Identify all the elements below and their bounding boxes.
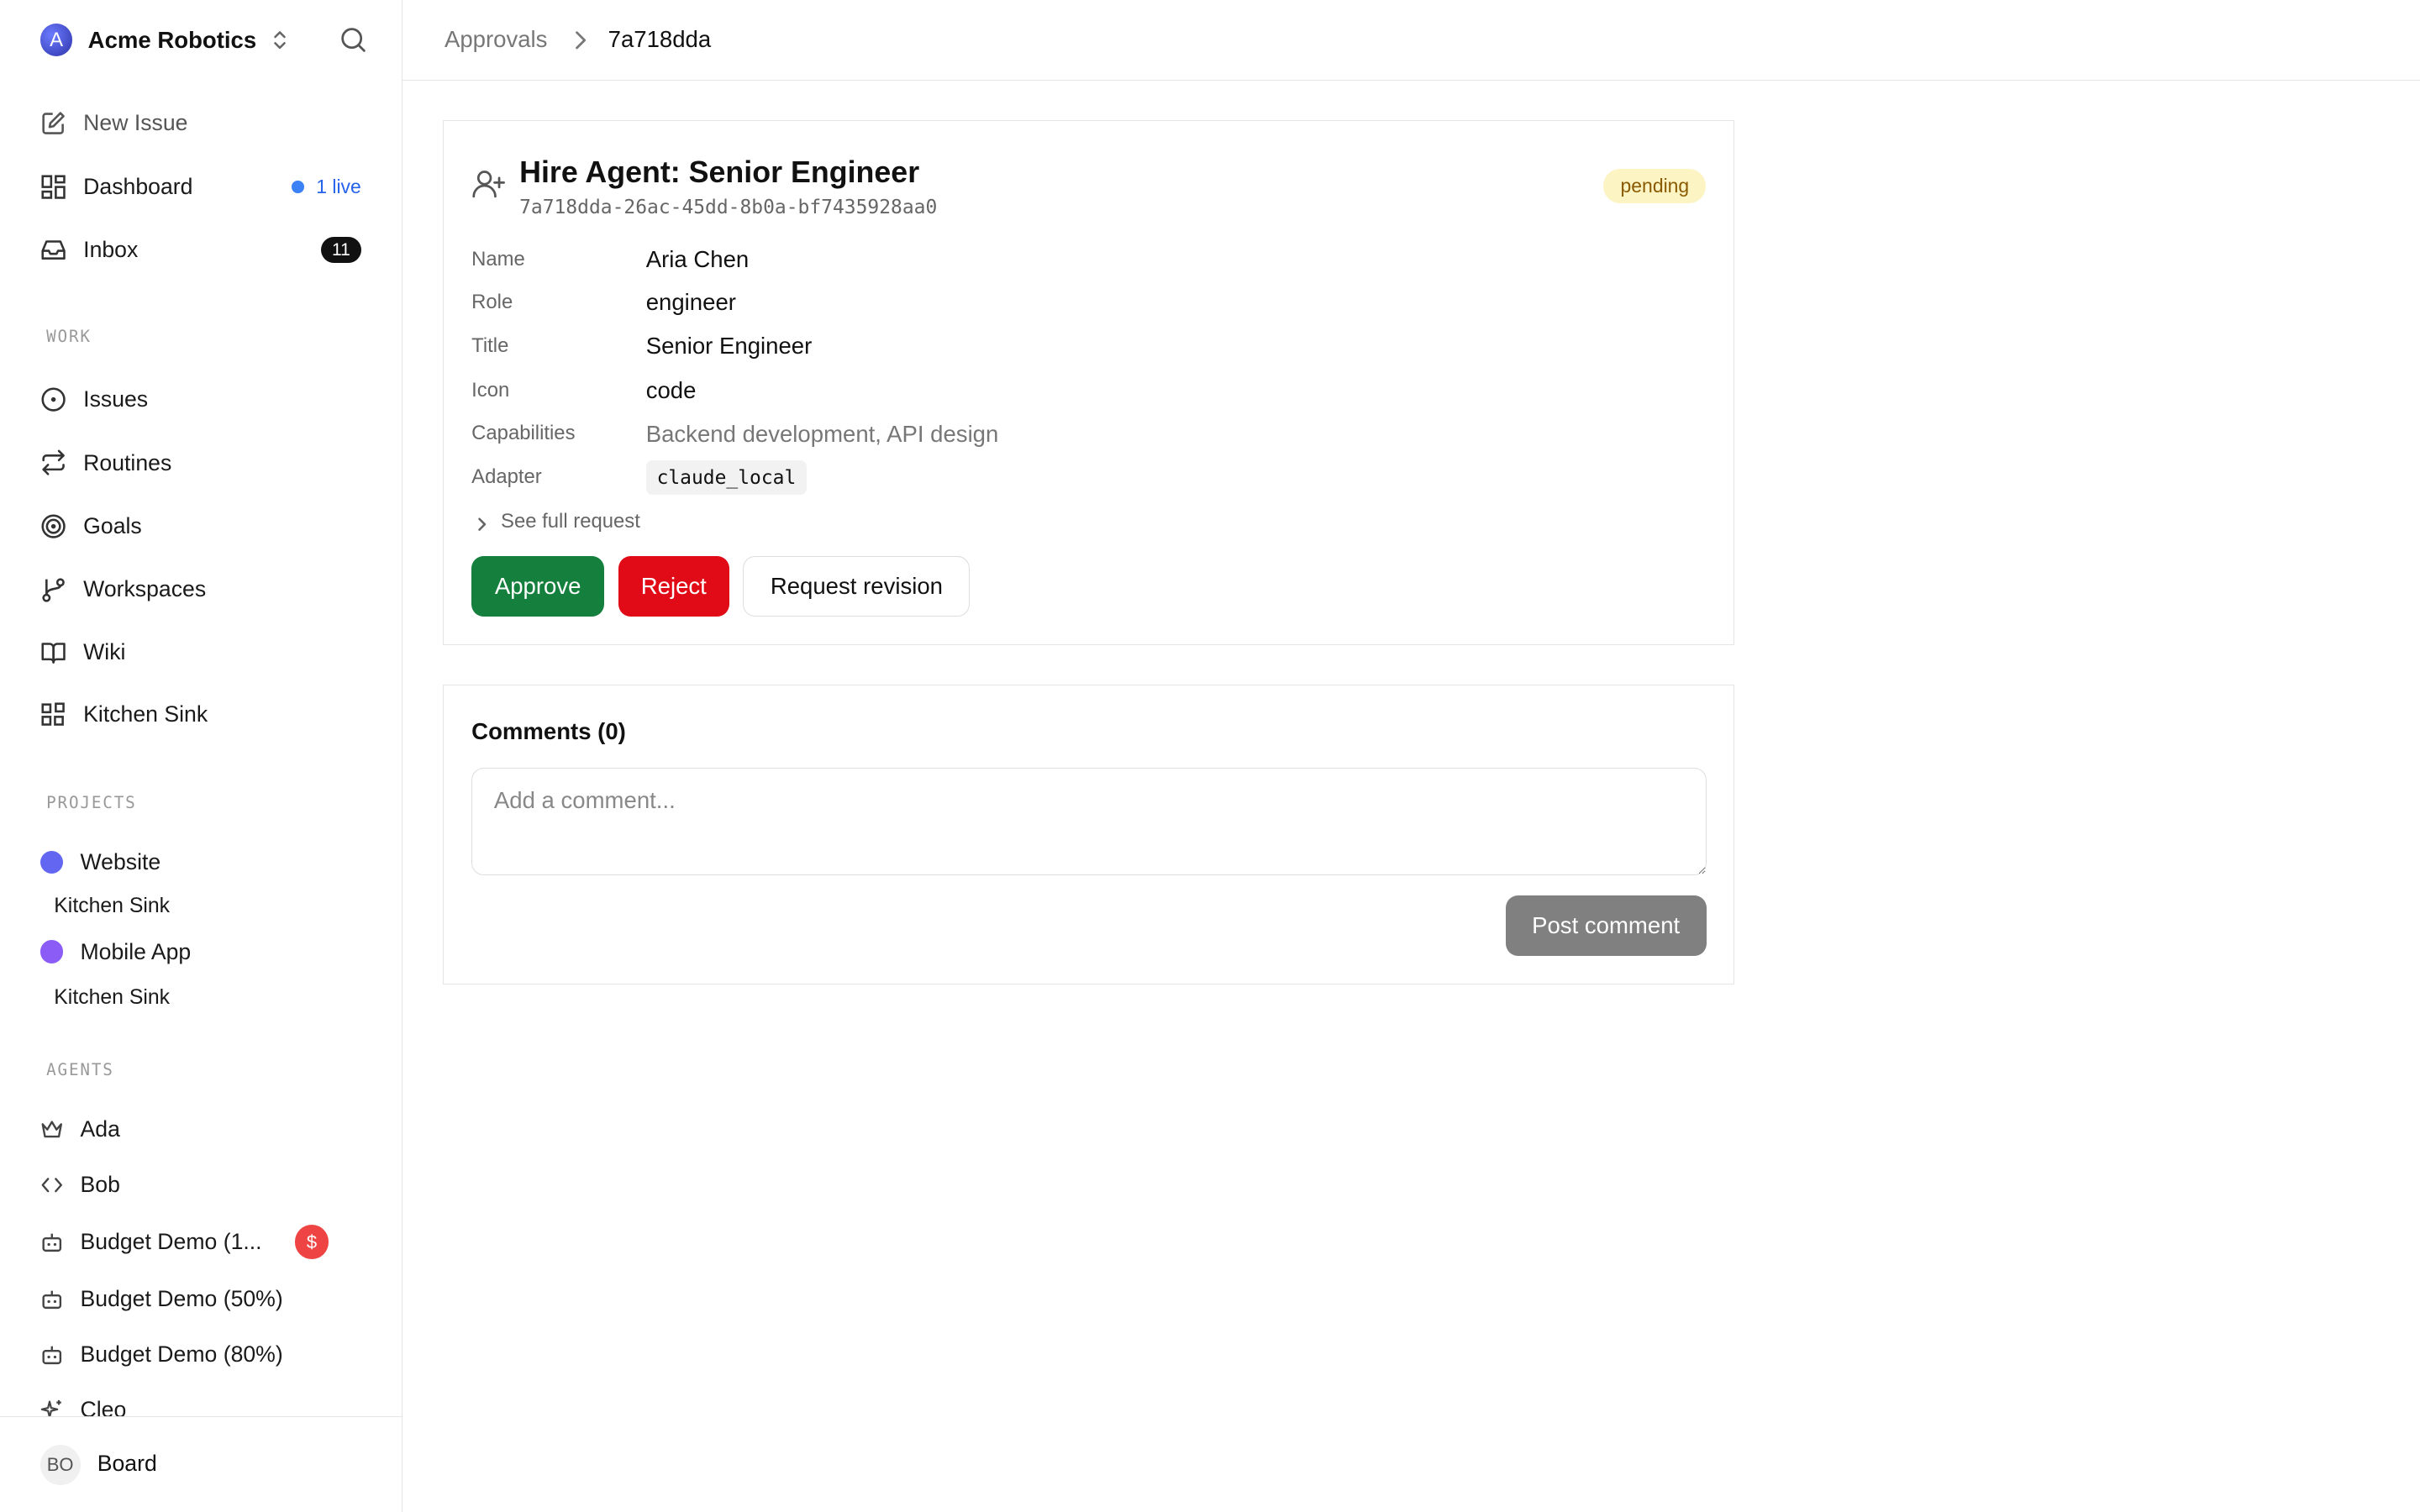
field-label-capabilities: Capabilities bbox=[471, 422, 576, 445]
comment-input[interactable] bbox=[471, 767, 1707, 876]
company-switcher[interactable]: A Acme Robotics bbox=[39, 24, 289, 57]
code-icon bbox=[40, 1173, 64, 1197]
nav-label: Workspaces bbox=[83, 576, 207, 602]
company-logo: A bbox=[39, 24, 73, 57]
field-value-title: Senior Engineer bbox=[645, 332, 813, 359]
nav-inbox[interactable]: Inbox 11 bbox=[40, 232, 367, 269]
project-color-dot bbox=[39, 940, 64, 963]
nav-label: Routines bbox=[83, 449, 172, 475]
project-mobile-app[interactable]: Mobile App bbox=[39, 935, 192, 969]
inbox-count-badge: 11 bbox=[321, 236, 361, 264]
field-label-name: Name bbox=[471, 247, 525, 270]
pencil-square-icon bbox=[40, 110, 66, 136]
field-label-icon: Icon bbox=[471, 378, 510, 402]
nav-label: New Issue bbox=[83, 110, 188, 136]
bot-icon bbox=[40, 1231, 64, 1254]
section-label-projects: PROJECTS bbox=[46, 793, 137, 813]
user-plus-icon bbox=[471, 167, 506, 201]
agent-label: Budget Demo (1... bbox=[80, 1229, 262, 1255]
inbox-icon bbox=[40, 237, 66, 263]
agent-label: Bob bbox=[80, 1172, 120, 1198]
approval-id: 7a718dda-26ac-45dd-8b0a-bf7435928aa0 bbox=[519, 197, 938, 219]
field-label-title: Title bbox=[471, 333, 509, 357]
bot-icon bbox=[40, 1343, 64, 1367]
nav-workspaces[interactable]: Workspaces bbox=[40, 571, 367, 608]
comments-title: Comments (0) bbox=[471, 718, 626, 745]
nav-label: Wiki bbox=[83, 639, 126, 665]
project-label: Website bbox=[80, 849, 161, 875]
chevron-right-icon bbox=[572, 29, 587, 51]
breadcrumb-current: 7a718dda bbox=[608, 26, 712, 53]
repeat-icon bbox=[40, 449, 66, 476]
breadcrumb-approvals[interactable]: Approvals bbox=[445, 26, 548, 53]
sidebar: A Acme Robotics New Issue Dashboard 1 li… bbox=[0, 0, 403, 1512]
see-full-request-toggle[interactable]: See full request bbox=[475, 510, 640, 533]
user-menu[interactable]: BO Board bbox=[0, 1416, 402, 1512]
search-icon[interactable] bbox=[339, 26, 367, 54]
nav-goals[interactable]: Goals bbox=[40, 507, 367, 544]
nav-label: Issues bbox=[83, 386, 149, 412]
nav-label: Kitchen Sink bbox=[83, 701, 208, 727]
status-badge: pending bbox=[1603, 169, 1707, 203]
top-bar: Approvals 7a718dda bbox=[402, 0, 2420, 81]
avatar: BO bbox=[39, 1445, 81, 1485]
book-icon bbox=[40, 639, 66, 665]
reject-button[interactable]: Reject bbox=[618, 556, 729, 617]
field-label-adapter: Adapter bbox=[471, 465, 542, 488]
budget-alert-badge: $ bbox=[294, 1225, 329, 1259]
agent-label: Ada bbox=[80, 1116, 120, 1142]
request-revision-button[interactable]: Request revision bbox=[743, 556, 971, 617]
nav-issues[interactable]: Issues bbox=[40, 381, 367, 418]
chevron-right-icon bbox=[475, 514, 489, 531]
crown-icon bbox=[40, 1118, 64, 1142]
project-website[interactable]: Website bbox=[39, 846, 161, 879]
bot-icon bbox=[40, 1288, 64, 1311]
agent-budget-demo-1[interactable]: Budget Demo (1... $ bbox=[40, 1225, 349, 1259]
dashboard-icon bbox=[40, 174, 66, 200]
target-icon bbox=[40, 513, 66, 539]
field-value-capabilities: Backend development, API design bbox=[645, 420, 999, 447]
nav-label: Dashboard bbox=[83, 173, 193, 199]
live-dot-icon bbox=[291, 180, 304, 193]
project-label: Mobile App bbox=[80, 938, 192, 964]
approval-card: Hire Agent: Senior Engineer 7a718dda-26a… bbox=[443, 120, 1735, 645]
nav-routines[interactable]: Routines bbox=[40, 444, 367, 481]
live-indicator: 1 live bbox=[291, 175, 361, 198]
field-value-icon: code bbox=[645, 377, 697, 404]
nav-new-issue[interactable]: New Issue bbox=[40, 105, 367, 142]
field-value-role: engineer bbox=[645, 289, 736, 316]
agent-budget-demo-80[interactable]: Budget Demo (80%) bbox=[40, 1337, 349, 1371]
field-value-name: Aria Chen bbox=[645, 246, 750, 273]
nav-kitchen-sink[interactable]: Kitchen Sink bbox=[40, 696, 367, 732]
circle-dot-icon bbox=[40, 386, 66, 412]
agent-bob[interactable]: Bob bbox=[40, 1168, 349, 1201]
project-subitem[interactable]: Kitchen Sink bbox=[54, 986, 170, 1010]
section-label-agents: AGENTS bbox=[46, 1059, 114, 1079]
field-label-role: Role bbox=[471, 291, 513, 314]
agent-label: Budget Demo (80%) bbox=[80, 1341, 283, 1368]
company-name: Acme Robotics bbox=[87, 26, 257, 53]
nav-dashboard[interactable]: Dashboard 1 live bbox=[40, 168, 367, 205]
live-count: 1 live bbox=[316, 175, 361, 197]
nav-label: Inbox bbox=[83, 237, 139, 263]
chevron-up-down-icon bbox=[271, 28, 289, 52]
git-branch-icon bbox=[40, 576, 66, 602]
project-color-dot bbox=[39, 850, 64, 874]
approve-button[interactable]: Approve bbox=[471, 556, 605, 617]
agent-budget-demo-50[interactable]: Budget Demo (50%) bbox=[40, 1282, 349, 1315]
blocks-icon bbox=[40, 701, 66, 727]
field-value-adapter: claude_local bbox=[645, 460, 808, 495]
agent-ada[interactable]: Ada bbox=[40, 1112, 349, 1146]
approval-title: Hire Agent: Senior Engineer bbox=[519, 155, 920, 189]
user-name: Board bbox=[97, 1451, 157, 1477]
agent-label: Budget Demo (50%) bbox=[80, 1286, 283, 1311]
nav-wiki[interactable]: Wiki bbox=[40, 634, 367, 671]
comments-panel: Comments (0) Post comment bbox=[443, 685, 1735, 984]
nav-label: Goals bbox=[83, 512, 142, 538]
project-subitem[interactable]: Kitchen Sink bbox=[54, 895, 170, 918]
see-full-request-label: See full request bbox=[501, 510, 640, 533]
section-label-work: WORK bbox=[46, 327, 92, 347]
post-comment-button[interactable]: Post comment bbox=[1505, 895, 1707, 956]
